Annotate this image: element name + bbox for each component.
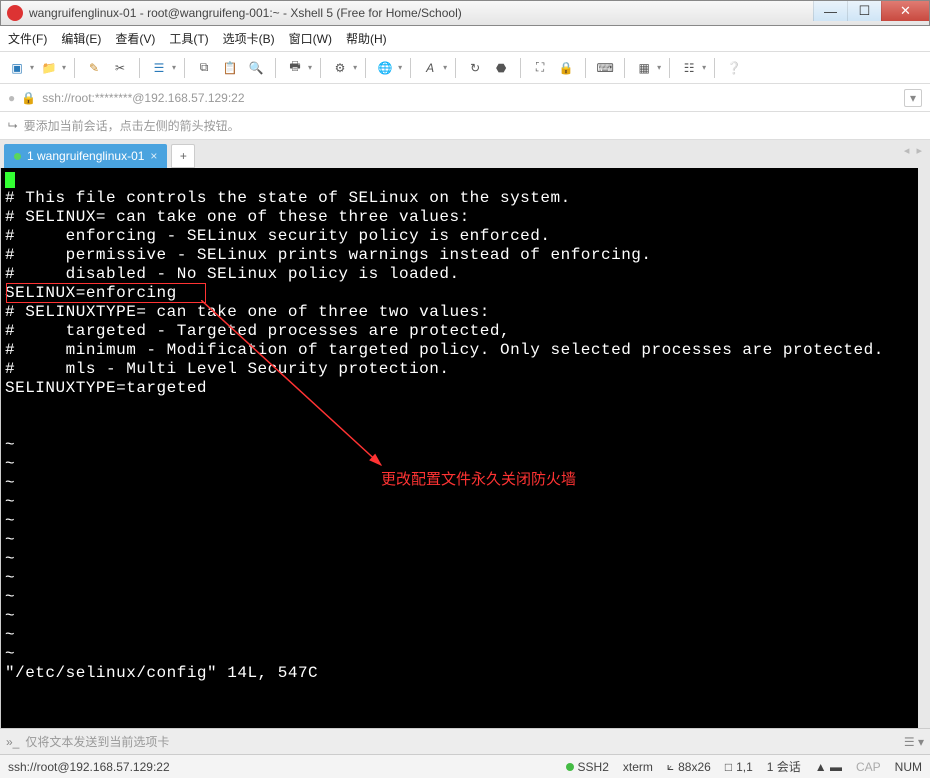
menu-window[interactable]: 窗口(W) (289, 30, 332, 47)
tab-label: 1 wangruifenglinux-01 (27, 149, 144, 163)
address-url[interactable]: ssh://root:********@192.168.57.129:22 (42, 91, 244, 105)
layout-icon[interactable]: ▦ (633, 57, 655, 79)
new-session-icon[interactable]: ▣ (6, 57, 28, 79)
window-titlebar: wangruifenglinux-01 - root@wangruifeng-0… (0, 0, 930, 26)
status-cap: CAP (856, 760, 881, 774)
terminal[interactable]: # This file controls the state of SELinu… (0, 168, 930, 728)
hint-text: 要添加当前会话，点击左侧的箭头按钮。 (24, 117, 240, 134)
open-folder-icon[interactable]: 📁 (38, 57, 60, 79)
app-icon (7, 5, 23, 21)
bullet-icon: ● (8, 91, 15, 105)
vertical-scrollbar[interactable] (918, 168, 930, 728)
toolbar: ▣▾ 📁▾ ✎ ✂ ☰▾ ⧉ 📋 🔍 🖶▾ ⚙▾ 🌐▾ A▾ ↻ ⬣ ⛶ 🔒 ⌨… (0, 52, 930, 84)
status-connection: ssh://root@192.168.57.129:22 (8, 760, 170, 774)
status-pos: 1,1 (736, 760, 753, 774)
status-bar: ssh://root@192.168.57.129:22 SSH2 xterm … (0, 754, 930, 778)
tab-bar: 1 wangruifenglinux-01 × + ◂ ▸ (0, 140, 930, 168)
paste-icon[interactable]: 📋 (219, 57, 241, 79)
new-tab-button[interactable]: + (171, 144, 195, 168)
status-term: xterm (623, 760, 653, 774)
settings-icon[interactable]: ⚙ (329, 57, 351, 79)
stop-icon[interactable]: ⬣ (490, 57, 512, 79)
tab-close-icon[interactable]: × (150, 149, 157, 163)
reconnect-icon[interactable]: ✎ (83, 57, 105, 79)
status-size: 88x26 (678, 760, 711, 774)
address-go-button[interactable]: ▾ (904, 89, 922, 107)
menu-edit[interactable]: 编辑(E) (61, 30, 101, 47)
menu-help[interactable]: 帮助(H) (346, 30, 387, 47)
status-dot-icon (566, 763, 574, 771)
refresh-icon[interactable]: ↻ (464, 57, 486, 79)
menu-bar: 文件(F) 编辑(E) 查看(V) 工具(T) 选项卡(B) 窗口(W) 帮助(… (0, 26, 930, 52)
print-icon[interactable]: 🖶 (284, 57, 306, 79)
menu-tools[interactable]: 工具(T) (169, 30, 208, 47)
window-title: wangruifenglinux-01 - root@wangruifeng-0… (29, 6, 462, 20)
menu-options[interactable]: 选项卡(B) (223, 30, 275, 47)
maximize-button[interactable]: ☐ (847, 1, 881, 21)
lock-icon[interactable]: 🔒 (555, 57, 577, 79)
hint-bar: ⮡ 要添加当前会话，点击左侧的箭头按钮。 (0, 112, 930, 140)
address-bar: ● 🔒 ssh://root:********@192.168.57.129:2… (0, 84, 930, 112)
tab-nav-arrows[interactable]: ◂ ▸ (904, 144, 924, 157)
keyboard-icon[interactable]: ⌨ (594, 57, 616, 79)
close-button[interactable]: ✕ (881, 1, 929, 21)
annotation-text: 更改配置文件永久关闭防火墙 (381, 468, 576, 489)
window-controls: — ☐ ✕ (813, 1, 929, 21)
font-icon[interactable]: A (419, 57, 441, 79)
send-placeholder[interactable]: 仅将文本发送到当前选项卡 (25, 733, 169, 750)
session-tab[interactable]: 1 wangruifenglinux-01 × (4, 144, 167, 168)
find-icon[interactable]: 🔍 (245, 57, 267, 79)
send-menu-button[interactable]: ☰ ▾ (904, 735, 924, 749)
lock-small-icon: 🔒 (21, 91, 36, 105)
fullscreen-icon[interactable]: ⛶ (529, 57, 551, 79)
properties-icon[interactable]: ☰ (148, 57, 170, 79)
list-icon[interactable]: ☷ (678, 57, 700, 79)
connection-status-icon (14, 153, 21, 160)
menu-view[interactable]: 查看(V) (115, 30, 155, 47)
send-icon[interactable]: »_ (6, 735, 19, 749)
send-bar: »_ 仅将文本发送到当前选项卡 ☰ ▾ (0, 728, 930, 754)
disconnect-icon[interactable]: ✂ (109, 57, 131, 79)
help-icon[interactable]: ❔ (723, 57, 745, 79)
globe-icon[interactable]: 🌐 (374, 57, 396, 79)
status-sessions: 1 会话 (767, 758, 801, 775)
status-num: NUM (895, 760, 922, 774)
add-session-icon[interactable]: ⮡ (8, 118, 18, 133)
copy-icon[interactable]: ⧉ (193, 57, 215, 79)
status-ssh: SSH2 (578, 760, 609, 774)
menu-file[interactable]: 文件(F) (8, 30, 47, 47)
minimize-button[interactable]: — (813, 1, 847, 21)
